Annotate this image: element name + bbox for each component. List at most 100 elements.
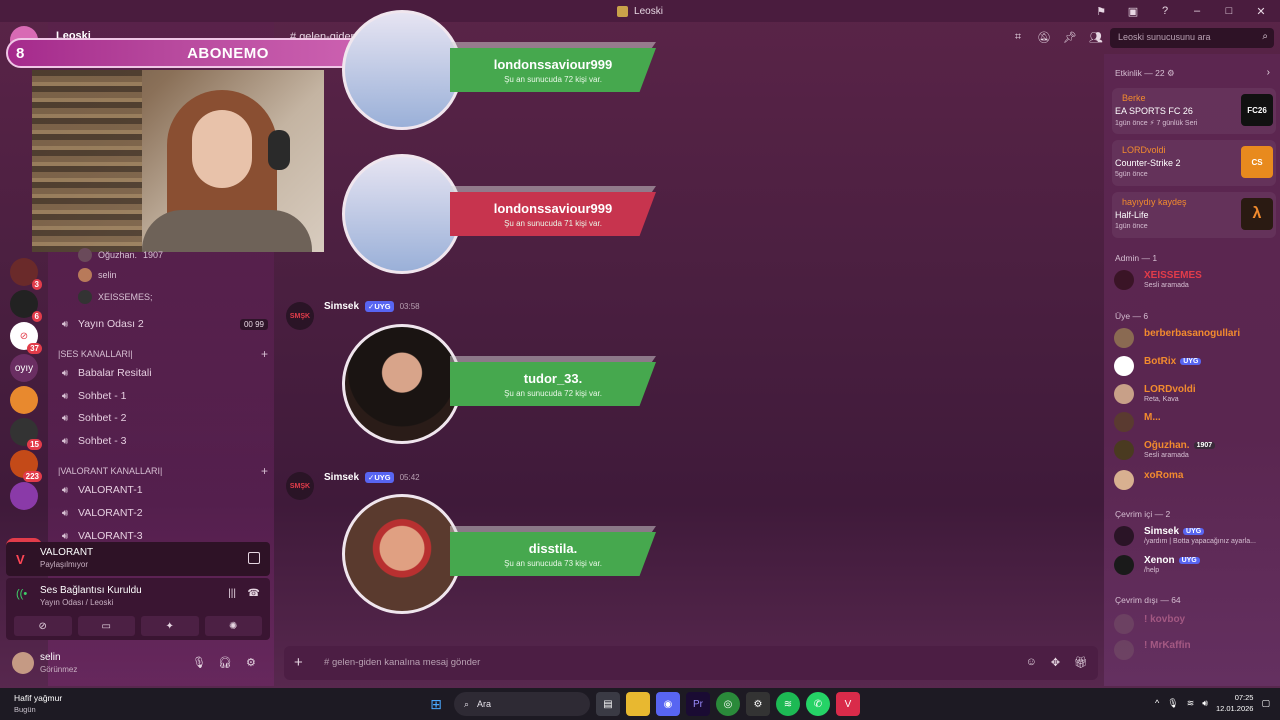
activity-card[interactable]: hayıydıy kaydeş Half-Life 1gün önce λ [1112,192,1276,238]
member-item[interactable]: Simsek UYG/yardım | Botta yapacağınız aya… [1114,524,1280,548]
message-composer[interactable]: + # gelen-giden kanalına mesaj gönder ☺ … [284,646,1098,680]
screen-share-icon[interactable]: ▣ [1120,2,1146,20]
valorant-taskbar-icon[interactable]: V [836,692,860,716]
member-item[interactable]: XEISSEMES Sesli aramada [1114,268,1280,292]
settings-icon[interactable]: ⚙ [246,656,256,669]
close-button[interactable]: ✕ [1248,2,1274,20]
inbox-icon[interactable]: ⚑ [1088,2,1114,20]
gift-icon[interactable]: 🎁︎ [1074,656,1088,669]
search-input[interactable]: Leoski sunucusunu ara ⌕ [1110,28,1274,48]
game-art: CS [1241,146,1273,178]
avatar[interactable]: SMŞK [286,302,314,330]
member-item[interactable]: LORDvoldi Reta, Kava [1114,382,1280,406]
disconnect-icon[interactable]: ☎ [248,588,260,599]
author-name[interactable]: Simsek [324,301,359,312]
app-icon[interactable]: ⚙ [746,692,770,716]
server-icon-2[interactable]: 6 [10,290,42,322]
member-item[interactable]: ! MrKaffin [1114,638,1280,662]
member-item[interactable]: M... [1114,410,1280,434]
microphone-icon[interactable]: 🎙︎ [1167,698,1178,709]
mute-icon[interactable]: 🔕︎ [1036,29,1052,45]
start-icon[interactable]: ⊞ [424,692,448,716]
apps-icon[interactable]: ✥ [1051,656,1060,669]
search-icon: ⌕ [1262,31,1268,42]
voice-connection-panel: ((• Ses Bağlantısı Kuruldu Yayın Odası /… [6,578,270,640]
channel-valorant[interactable]: 🔊︎ VALORANT-2 [58,503,143,523]
activity-card[interactable]: Berke EA SPORTS FC 26 1gün önce ⚡ 7 günl… [1112,88,1276,134]
wifi-icon[interactable]: ≋ [1187,698,1195,709]
author-name[interactable]: Simsek [324,472,359,483]
channel-voice[interactable]: 🔊︎ Sohbet - 3 [58,431,127,451]
chevron-up-icon[interactable]: ^ [1155,698,1159,708]
members-icon[interactable]: 👥︎ [1088,29,1104,45]
server-icon-4[interactable] [10,386,38,414]
channel-voice[interactable]: 🔊︎ Babalar Resitali [58,363,152,383]
emoji-icon[interactable]: ☺ [1026,656,1037,669]
chevron-right-icon[interactable]: › [1267,67,1270,78]
speaker-icon: 🔊︎ [61,390,69,402]
avatar[interactable] [12,652,34,674]
avatar[interactable]: SMŞK [286,472,314,500]
activity-header[interactable]: Etkinlik — 22 ⚙ [1115,68,1175,79]
clock[interactable]: 07:25 12.01.2026 [1216,692,1254,714]
taskbar-search[interactable]: ⌕ Ara [454,692,590,716]
discord-icon[interactable]: ◉ [656,692,680,716]
minimize-button[interactable]: – [1184,2,1210,20]
category-valorant[interactable]: |VALORANT KANALLARI| + [58,463,268,479]
server-icon-text[interactable]: oyıy [10,354,38,382]
voice-user[interactable]: XEISSEMES; [78,288,153,306]
microphone-icon[interactable]: 🎙︎ [192,656,206,669]
server-icon-6[interactable]: 223 [10,450,42,482]
camera-off-button[interactable]: ⊘ [14,616,72,636]
maximize-button[interactable]: □ [1216,2,1242,20]
avatar [1114,412,1134,432]
attach-icon[interactable]: + [294,654,303,671]
whatsapp-icon[interactable]: ✆ [806,692,830,716]
channel-stream-room[interactable]: 🔊︎ Yayın Odası 2 00 99 [58,314,268,334]
activity-panel[interactable]: V VALORANT Paylaşılmıyor [6,542,270,576]
avatar [1114,384,1134,404]
activities-button[interactable]: ✦ [141,616,199,636]
headphones-icon[interactable]: 🎧︎ [218,656,232,669]
member-item[interactable]: xoRoma [1114,468,1280,492]
add-channel-icon[interactable]: + [261,347,268,361]
voice-user[interactable]: selin [78,266,117,284]
chrome-icon[interactable]: ◎ [716,692,740,716]
server-icon-5[interactable]: 15 [10,418,42,450]
volume-icon[interactable]: 🔊︎ [1202,698,1208,709]
app-tag: ✓UYG [365,472,394,483]
task-view-icon[interactable]: ▤ [596,692,620,716]
welcome-banner: tudor_33. Şu an sunucuda 72 kişi var. [450,362,656,406]
activity-card[interactable]: LORDvoldi Counter-Strike 2 5gün önce CS [1112,140,1276,186]
share-screen-icon[interactable] [248,552,260,564]
user-panel: selin Görünmez 🎙︎ 🎧︎ ⚙ [6,648,270,680]
member-item[interactable]: Xenon UYG/help [1114,553,1280,577]
add-channel-icon[interactable]: + [261,464,268,478]
screen-share-button[interactable]: ▭ [77,616,135,636]
threads-icon[interactable]: ⌗ [1010,29,1026,45]
help-icon[interactable]: ? [1152,2,1178,20]
member-item[interactable]: ! kovboy [1114,612,1280,636]
channel-voice[interactable]: 🔊︎ Sohbet - 2 [58,408,127,428]
voice-user[interactable]: Oğuzhan. 1907 [78,246,163,264]
category-voice[interactable]: |SES KANALLARI| + [58,346,268,362]
noise-suppression-icon[interactable]: ||| [228,588,236,599]
server-icon-1[interactable]: 3 [10,258,42,290]
member-item[interactable]: Oğuzhan. 1907 Sesli aramada [1114,438,1280,462]
member-item[interactable]: berberbasanogullari [1114,326,1280,350]
member-item[interactable]: BotRix UYG [1114,354,1280,378]
notification-icon[interactable]: ▢ [1261,698,1270,709]
server-icon-7[interactable] [10,482,38,510]
soundboard-button[interactable]: ✺ [204,616,262,636]
premiere-icon[interactable]: Pr [686,692,710,716]
channel-valorant[interactable]: 🔊︎ VALORANT-1 [58,480,143,500]
file-explorer-icon[interactable] [626,692,650,716]
weather-widget[interactable]: Hafif yağmur Bugün [14,693,62,714]
channel-voice[interactable]: 🔊︎ Sohbet - 1 [58,386,127,406]
welcome-card: disstila. Şu an sunucuda 73 kişi var. [342,494,662,614]
spotify-icon[interactable]: ≋ [776,692,800,716]
server-icon-3[interactable]: ⊘ 37 [10,322,42,354]
speaker-icon: 🔊︎ [61,435,69,447]
pin-icon[interactable]: 📌︎ [1062,29,1078,45]
speaker-icon: 🔊︎ [61,318,69,330]
